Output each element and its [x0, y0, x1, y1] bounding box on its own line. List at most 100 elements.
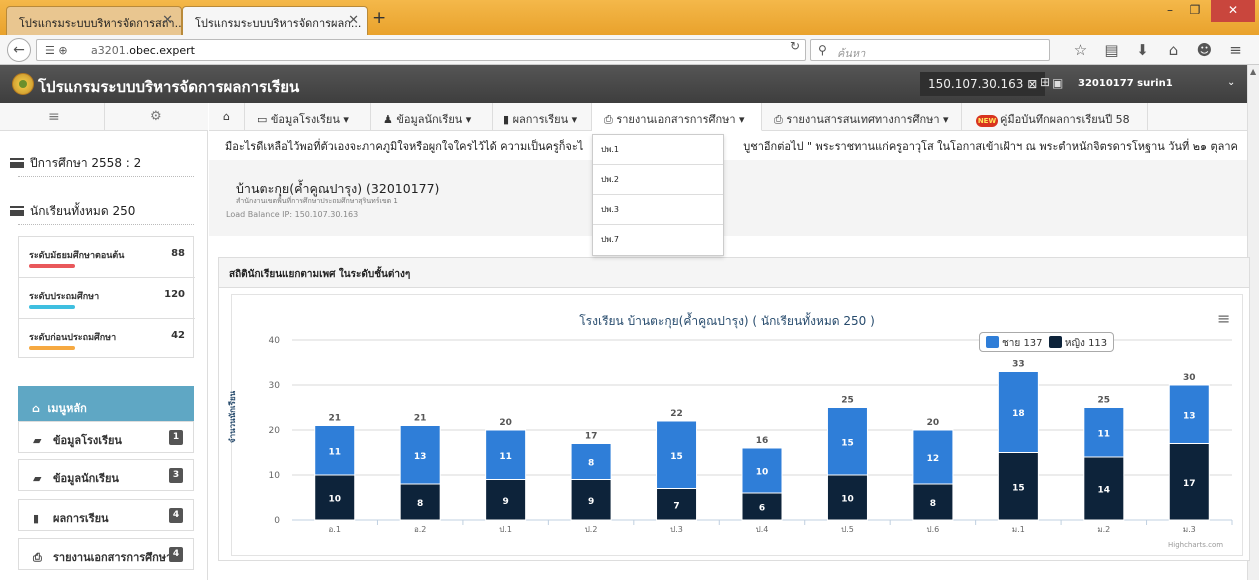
x-tick-label: อ.2	[414, 525, 426, 534]
dropdown-item-pp7[interactable]: ปพ.7	[593, 225, 723, 255]
sidebar-item-grades[interactable]: ▮ ผลการเรียน 4	[18, 499, 194, 531]
browser-tab-1-label: โปรแกรมระบบบริหารจัดการสถา...	[19, 17, 182, 30]
data-label-total: 25	[1098, 396, 1111, 406]
browser-nav-bar: ← ☰ ⊕ a3201.obec.expert ↻ ⚲ ค้นหา ☆ ▤ ⬇ ⌂ ☻ ≡	[0, 35, 1259, 65]
stats-panel: สถิตินักเรียนแยกตามเพศ ในระดับชั้นต่างๆ …	[218, 257, 1250, 561]
folder-icon: ▰	[33, 434, 42, 447]
menu-student-info[interactable]: ♟ ข้อมูลนักเรียน ▾	[371, 103, 493, 131]
back-button[interactable]: ←	[7, 38, 31, 62]
data-label-female: 7	[673, 501, 679, 511]
browser-tab-1[interactable]: โปรแกรมระบบบริหารจัดการสถา... ✕	[6, 6, 182, 35]
data-label-male: 11	[499, 452, 512, 462]
stats-title: สถิตินักเรียนแยกตามเพศ ในระดับชั้นต่างๆ	[219, 258, 1249, 288]
data-label-total: 20	[499, 418, 512, 428]
browser-tab-bar: โปรแกรมระบบบริหารจัดการสถา... ✕ โปรแกรมร…	[0, 0, 1259, 35]
x-tick-label: ป.2	[585, 525, 598, 534]
data-label-female: 9	[503, 497, 509, 507]
x-tick-label: ม.3	[1183, 525, 1196, 534]
settings-icon[interactable]: ⚙	[150, 109, 162, 124]
monitor-icon: ▭	[257, 113, 268, 126]
new-badge-icon: NEW	[976, 115, 998, 127]
home-icon: ⌂	[32, 402, 40, 415]
legend-female[interactable]: หญิง 113	[1065, 338, 1107, 349]
x-tick-label: ป.4	[756, 525, 769, 534]
list-icon	[10, 158, 24, 168]
reload-icon[interactable]: ↻	[790, 39, 800, 53]
list-icon	[10, 206, 24, 216]
minimize-button[interactable]: –	[1158, 0, 1182, 22]
sidebar-toggle-icon[interactable]: ≡	[48, 109, 60, 125]
search-placeholder: ค้นหา	[837, 47, 866, 60]
x-tick-label: อ.1	[329, 525, 341, 534]
level-panel: ระดับมัธยมศึกษาตอนต้น 88 ระดับประถมศึกษา 1…	[18, 236, 195, 358]
close-icon[interactable]: ✕	[348, 13, 359, 28]
data-label-male: 18	[1012, 409, 1025, 419]
data-label-female: 17	[1183, 479, 1196, 489]
user-card-icon: ▣	[1052, 76, 1064, 90]
bookmark-star-icon[interactable]: ☆	[1065, 41, 1096, 59]
menu-school-info[interactable]: ▭ ข้อมูลโรงเรียน ▾	[245, 103, 371, 131]
school-info: บ้านตะกุย(ค้ำคูณปารุง) (32010177) สำนักง…	[209, 160, 1247, 236]
load-balance-ip: Load Balance IP: 150.107.30.163	[226, 210, 359, 219]
x-tick-label: ป.6	[927, 525, 940, 534]
data-label-total: 21	[328, 414, 341, 424]
user-menu[interactable]: ▣ 32010177 surin1 ⌄	[1035, 72, 1240, 96]
data-label-female: 10	[841, 495, 854, 505]
y-axis-label: จำนวนนักเรียน	[228, 390, 237, 443]
home-icon[interactable]: ⌂	[1158, 41, 1189, 59]
sidebar-item-reports[interactable]: ⎙ รายงานเอกสารการศึกษา 4	[18, 538, 194, 570]
y-tick-label: 40	[269, 336, 281, 346]
school-area: สำนักงานเขตพื้นที่การศึกษาประถมศึกษาสุริ…	[236, 197, 398, 205]
dropdown-item-pp1[interactable]: ปพ.1	[593, 135, 723, 165]
data-label-female: 15	[1012, 483, 1025, 493]
address-bar[interactable]: ☰ ⊕ a3201.obec.expert	[36, 39, 806, 61]
sidebar-toolbar: ≡ ⚙	[0, 103, 208, 131]
data-label-male: 10	[756, 468, 769, 478]
scroll-up-icon[interactable]: ▲	[1250, 67, 1256, 76]
legend-male[interactable]: ชาย 137	[1002, 338, 1043, 349]
menu-education-reports[interactable]: ⎙ รายงานเอกสารการศึกษา ▾	[592, 103, 762, 131]
page-info-icon[interactable]: ☰ ⊕	[45, 44, 68, 57]
data-label-female: 10	[328, 495, 341, 505]
data-label-male: 11	[328, 447, 341, 457]
y-tick-label: 30	[269, 381, 281, 391]
sidebar-item-students[interactable]: ▰ ข้อมูลนักเรียน 3	[18, 459, 194, 491]
chart-credits[interactable]: Highcharts.com	[1168, 541, 1223, 549]
level-row: ระดับประถมศึกษา 120	[19, 278, 195, 319]
menu-manual[interactable]: NEW คู่มือบันทึกผลการเรียนปี 58	[962, 103, 1148, 131]
url-text: a3201.obec.expert	[91, 44, 195, 57]
data-label-total: 30	[1183, 373, 1196, 383]
main-menu-header[interactable]: ⌂ เมนูหลัก	[18, 386, 194, 426]
data-label-female: 9	[588, 497, 594, 507]
download-icon[interactable]: ⬇	[1127, 41, 1158, 59]
dropdown-item-pp2[interactable]: ปพ.2	[593, 165, 723, 195]
data-label-female: 8	[930, 499, 936, 509]
reading-list-icon[interactable]: ▤	[1096, 41, 1127, 59]
app-title[interactable]: โปรแกรมระบบบริหารจัดการผลการเรียน	[38, 75, 299, 99]
data-label-total: 33	[1012, 360, 1025, 370]
chart-menu-icon[interactable]: ≡	[1217, 309, 1230, 328]
maximize-button[interactable]: ❐	[1182, 0, 1208, 22]
new-tab-button[interactable]: +	[372, 8, 386, 28]
toolbar-icons: ☆ ▤ ⬇ ⌂ ☻ ≡	[1065, 41, 1251, 59]
chart-title: โรงเรียน บ้านตะกุย(ค้ำคูณปารุง) ( นักเรี…	[579, 314, 875, 328]
close-icon[interactable]: ✕	[162, 13, 173, 28]
menu-grades[interactable]: ▮ ผลการเรียน ▾	[493, 103, 592, 131]
sidebar-item-school[interactable]: ▰ ข้อมูลโรงเรียน 1	[18, 421, 194, 453]
data-label-male: 13	[1183, 411, 1196, 421]
school-year: ปีการศึกษา 2558 : 2	[10, 154, 141, 173]
menu-info-reports[interactable]: ⎙ รายงานสารสนเทศทางการศึกษา ▾	[762, 103, 962, 131]
chat-icon[interactable]: ☻	[1189, 41, 1220, 59]
dropdown-item-pp3[interactable]: ปพ.3	[593, 195, 723, 225]
browser-tab-2[interactable]: โปรแกรมระบบบริหารจัดการผลก... ✕	[182, 6, 368, 35]
reports-dropdown: ปพ.1 ปพ.2 ปพ.3 ปพ.7	[592, 134, 724, 256]
window-close-button[interactable]: ✕	[1211, 0, 1255, 22]
book-icon: ▮	[33, 512, 40, 525]
menu-icon[interactable]: ≡	[1220, 41, 1251, 59]
x-tick-label: ม.2	[1097, 525, 1110, 534]
home-menu-button[interactable]: ⌂	[209, 103, 245, 131]
search-input[interactable]: ⚲ ค้นหา	[810, 39, 1050, 61]
x-tick-label: ป.3	[670, 525, 683, 534]
y-tick-label: 20	[269, 426, 281, 436]
home-icon: ⌂	[223, 110, 230, 123]
